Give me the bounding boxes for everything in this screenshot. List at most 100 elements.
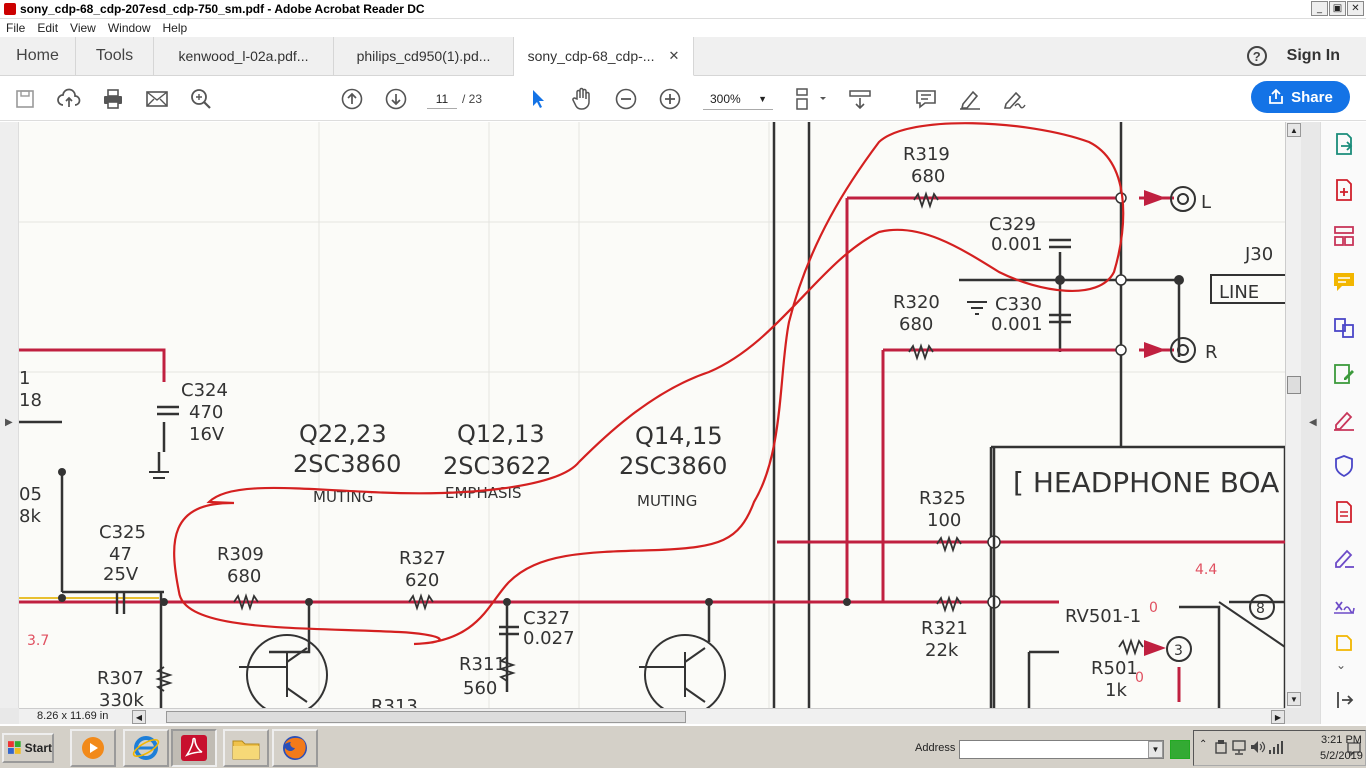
zoom-out-icon[interactable]	[613, 86, 639, 112]
network-icon[interactable]	[1232, 739, 1246, 755]
scroll-right-button[interactable]: ▶	[1271, 710, 1285, 724]
scroll-up-button[interactable]: ▲	[1287, 123, 1301, 137]
next-page-icon[interactable]	[383, 86, 409, 112]
menu-edit[interactable]: Edit	[31, 21, 64, 35]
window-title: sony_cdp-68_cdp-207esd_cdp-750_sm.pdf - …	[20, 2, 425, 16]
zoom-select[interactable]: 300% ▼	[703, 88, 773, 110]
go-arrow-icon[interactable]	[1170, 740, 1190, 759]
clock-time[interactable]: 3:21 PM	[1321, 734, 1362, 746]
tab-home[interactable]: Home	[0, 37, 76, 75]
save-icon[interactable]	[12, 86, 38, 112]
label-r501: R501	[1091, 658, 1138, 679]
address-dropdown-button[interactable]: ▼	[1148, 741, 1163, 758]
chevron-down-icon[interactable]: ⌄	[1336, 658, 1346, 672]
hand-tool-icon[interactable]	[569, 86, 595, 112]
taskbar-file-explorer[interactable]	[223, 729, 269, 767]
label-r327-value: 620	[405, 570, 439, 591]
expand-left-panel-icon[interactable]: ▶	[5, 417, 13, 428]
comment-tool-icon[interactable]	[1332, 270, 1356, 294]
sign-in-button[interactable]: Sign In	[1287, 47, 1340, 65]
scroll-down-button[interactable]: ▼	[1287, 692, 1301, 706]
vertical-scrollbar[interactable]: ▲ ▼	[1285, 122, 1301, 708]
zoom-in-icon[interactable]	[657, 86, 683, 112]
collapse-right-panel-icon[interactable]: ◀	[1309, 417, 1317, 428]
share-button[interactable]: Share	[1251, 81, 1350, 113]
comment-icon[interactable]	[913, 86, 939, 112]
email-icon[interactable]	[144, 86, 170, 112]
label-c324-value: 470	[189, 402, 223, 423]
page-view-icon[interactable]	[792, 86, 828, 112]
usb-device-icon[interactable]	[1214, 739, 1228, 755]
export-doc-icon[interactable]	[1332, 500, 1356, 524]
label-voltage-0b: 0	[1135, 670, 1144, 686]
help-icon[interactable]: ?	[1246, 46, 1267, 66]
schematic-drawing: R319 680 C329 0.001 R320 680 C330 0.001 …	[19, 122, 1285, 708]
previous-page-icon[interactable]	[339, 86, 365, 112]
restore-button[interactable]: ▣	[1329, 1, 1346, 16]
close-tab-icon[interactable]: ✕	[668, 48, 679, 64]
volume-icon[interactable]	[1250, 739, 1266, 755]
label-r309-value: 680	[227, 566, 261, 587]
label-c329: C329	[989, 214, 1036, 235]
taskbar-media-player[interactable]	[70, 729, 116, 767]
zoom-value: 300%	[710, 92, 741, 106]
signal-strength-icon[interactable]	[1268, 739, 1284, 755]
organize-pages-icon[interactable]	[1332, 224, 1356, 248]
pdf-page-view[interactable]: R319 680 C329 0.001 R320 680 C330 0.001 …	[19, 122, 1285, 708]
tab-tools[interactable]: Tools	[76, 37, 154, 75]
certificates-icon[interactable]	[1332, 592, 1356, 616]
taskbar-firefox[interactable]	[272, 729, 318, 767]
label-c329-value: 0.001	[991, 234, 1043, 255]
address-input[interactable]	[959, 740, 1164, 759]
close-window-button[interactable]: ✕	[1347, 1, 1364, 16]
label-left-18: 18	[19, 390, 42, 411]
tab-document-philips[interactable]: philips_cd950(1).pd...	[334, 37, 514, 75]
tab-document-kenwood[interactable]: kenwood_l-02a.pdf...	[154, 37, 334, 75]
right-tools-panel: ◀ ⌄	[1309, 122, 1366, 724]
tab-document-sony[interactable]: sony_cdp-68_cdp-... ✕	[514, 37, 694, 76]
taskbar-internet-explorer[interactable]	[123, 729, 169, 767]
media-player-icon	[82, 737, 104, 759]
label-output-l: L	[1201, 192, 1211, 213]
highlight-pen-icon[interactable]	[957, 86, 983, 112]
menu-bar: File Edit View Window Help	[0, 19, 1366, 37]
horizontal-scroll-thumb[interactable]	[166, 711, 686, 723]
tab-tools-label: Tools	[95, 47, 134, 64]
select-cursor-icon[interactable]	[525, 86, 551, 112]
minimize-button[interactable]: _	[1311, 1, 1328, 16]
menu-file[interactable]: File	[0, 21, 31, 35]
label-c325-value: 47	[109, 544, 132, 565]
tray-expand-icon[interactable]: ⌃	[1199, 739, 1207, 750]
upload-cloud-icon[interactable]	[56, 86, 82, 112]
collapse-panel-icon[interactable]	[1332, 688, 1356, 712]
label-r307: R307	[97, 668, 144, 689]
taskbar-acrobat[interactable]	[171, 729, 217, 767]
label-c325: C325	[99, 522, 146, 543]
menu-view[interactable]: View	[64, 21, 102, 35]
tab-bar: Home Tools kenwood_l-02a.pdf... philips_…	[0, 37, 1366, 76]
sign-pen-icon[interactable]	[1001, 86, 1027, 112]
edit-pdf-icon[interactable]	[1332, 362, 1356, 386]
scroll-mode-icon[interactable]	[847, 86, 873, 112]
label-left-1: 1	[19, 368, 30, 389]
label-q1213: Q12,13	[457, 420, 545, 448]
vertical-scroll-thumb[interactable]	[1287, 376, 1301, 394]
more-tools-icon[interactable]	[1332, 634, 1356, 658]
print-icon[interactable]	[100, 86, 126, 112]
search-icon[interactable]	[188, 86, 214, 112]
create-pdf-icon[interactable]	[1332, 178, 1356, 202]
horizontal-scrollbar[interactable]: ◀ ▶	[132, 710, 1285, 724]
label-c327: C327	[523, 608, 570, 629]
clock-date[interactable]: 5/2/2019	[1320, 750, 1363, 762]
protect-shield-icon[interactable]	[1332, 454, 1356, 478]
export-pdf-icon[interactable]	[1332, 132, 1356, 156]
fill-sign-icon[interactable]	[1332, 408, 1356, 432]
scroll-left-button[interactable]: ◀	[132, 710, 146, 724]
label-c325-voltage: 25V	[103, 564, 139, 585]
combine-files-icon[interactable]	[1332, 316, 1356, 340]
page-number-input[interactable]: 11	[427, 89, 457, 109]
start-button[interactable]: Start	[2, 733, 54, 763]
menu-help[interactable]: Help	[157, 21, 194, 35]
menu-window[interactable]: Window	[102, 21, 157, 35]
send-for-signature-icon[interactable]	[1332, 546, 1356, 570]
